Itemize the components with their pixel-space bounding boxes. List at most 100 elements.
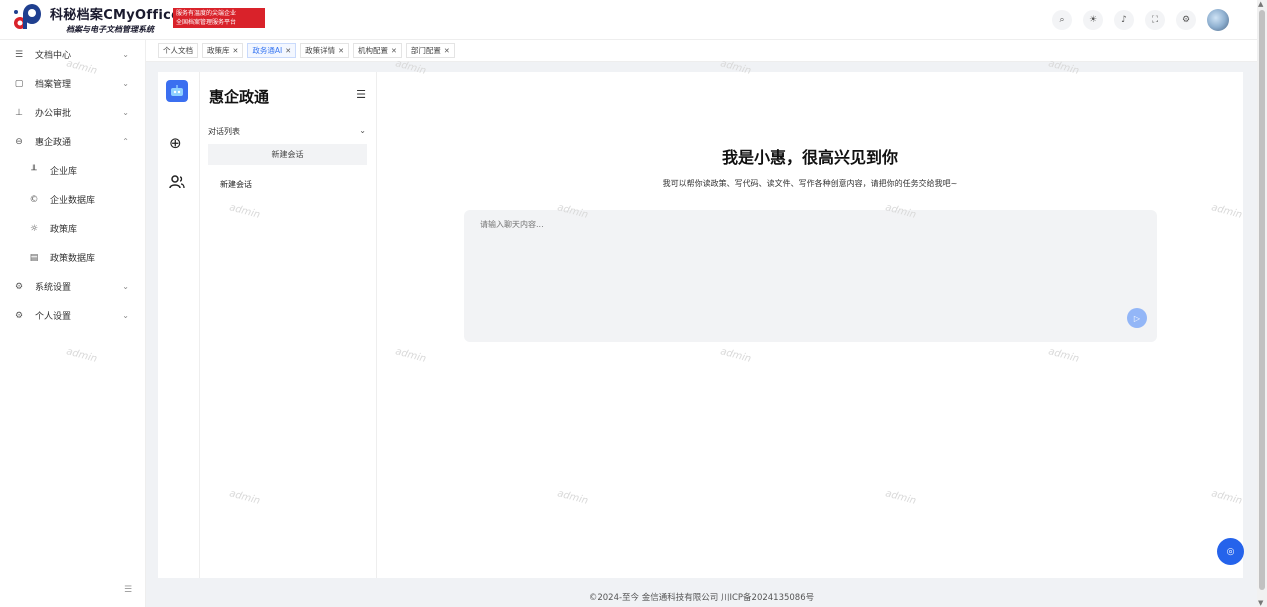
theme-icon[interactable]: ☀ (1083, 10, 1103, 30)
gear-icon: ⚙ (14, 310, 24, 321)
sidebar-item-label: 政策数据库 (50, 254, 96, 264)
slogan-line-1: 服务有温度的尖端企业 (176, 10, 237, 17)
tab-policy-lib[interactable]: 政策库 ✕ (202, 43, 244, 58)
scrollbar-thumb[interactable] (1259, 10, 1265, 590)
conversation-panel: 惠企政通 ☰ 对话列表 ⌄ 新建会话 新建会话 (200, 72, 377, 578)
brand-subtitle: 档案与电子文档管理系统 (66, 25, 154, 34)
bell-icon[interactable]: ♪ (1114, 10, 1134, 30)
slogan-line-2: 全国档案管理服务平台 (176, 19, 237, 26)
chevron-down-icon: ⌄ (122, 79, 129, 88)
gear-icon: ⚙ (14, 281, 24, 292)
float-chat-button[interactable]: ◎ (1217, 538, 1244, 565)
sidebar-collapse-icon[interactable]: ☰ (124, 585, 132, 595)
close-icon[interactable]: ✕ (338, 47, 344, 55)
header-actions: ⌕ ☀ ♪ ⛶ ⚙ (1052, 9, 1229, 31)
users-icon[interactable] (169, 174, 185, 194)
sidebar-item-enterprise-db[interactable]: © 企业数据库 (0, 185, 145, 214)
icon-rail: ⊕ (158, 72, 200, 578)
sidebar-item-documents[interactable]: ☰ 文档中心 ⌄ (0, 40, 145, 69)
chevron-down-icon: ⌄ (122, 311, 129, 320)
archive-icon: ▢ (14, 78, 24, 89)
sidebar-item-policy-lib[interactable]: ☼ 政策库 (0, 214, 145, 243)
tabs-bar: 个人文档 政策库 ✕ 政务通AI ✕ 政策详情 ✕ 机构配置 ✕ 部门配置 ✕ (146, 40, 1257, 62)
brand: 科秘档案CMyOffice 档案与电子文档管理系统 (50, 4, 180, 35)
chat-input-box: ▷ (464, 210, 1157, 342)
chevron-down-icon: ⌄ (122, 108, 129, 117)
robot-icon: ⊖ (15, 136, 23, 147)
sidebar-item-label: 企业数据库 (50, 196, 96, 206)
new-chat-button[interactable]: 新建会话 (208, 144, 367, 165)
scroll-up-icon[interactable]: ▲ (1258, 0, 1263, 8)
sidebar-item-archive[interactable]: ▢ 档案管理 ⌄ (0, 69, 145, 98)
close-icon[interactable]: ✕ (444, 47, 450, 55)
fold-menu-icon[interactable]: ☰ (356, 88, 366, 101)
chevron-down-icon: ⌄ (122, 50, 129, 59)
tab-label: 政策库 (207, 46, 230, 55)
robot-icon (171, 85, 183, 96)
conversation-title: 惠企政通 (209, 88, 270, 106)
tab-org-config[interactable]: 机构配置 ✕ (352, 43, 402, 58)
sidebar: ☰ 文档中心 ⌄ ▢ 档案管理 ⌄ ⊥ 办公审批 ⌄ ⊖ 惠企政通 ⌃ ╨ 企业… (0, 40, 146, 607)
send-button[interactable]: ▷ (1127, 308, 1147, 328)
tab-policy-detail[interactable]: 政策详情 ✕ (300, 43, 349, 58)
tab-label: 政务通AI (252, 46, 283, 55)
ai-bot-logo-icon (166, 80, 188, 102)
chevron-up-icon: ⌃ (122, 137, 129, 146)
chat-area: 我是小惠，很高兴见到你 我可以帮你读政策、写代码、读文件、写作各种创意内容，请把… (377, 72, 1243, 578)
main-content: ⊕ 惠企政通 ☰ 对话列表 ⌄ 新建会话 新建会话 我是小惠，很高兴见到你 我可… (146, 62, 1257, 607)
sidebar-item-policy-db[interactable]: ▤ 政策数据库 (0, 243, 145, 272)
brand-title: 科秘档案CMyOffice (50, 8, 181, 23)
close-icon[interactable]: ✕ (233, 47, 239, 55)
sidebar-item-policy-service[interactable]: ⊖ 惠企政通 ⌃ (0, 127, 145, 156)
bar-chart-icon: ╨ (31, 165, 37, 176)
tab-label: 部门配置 (410, 46, 441, 55)
chat-greeting: 我是小惠，很高兴见到你 (721, 148, 898, 167)
sidebar-item-label: 办公审批 (35, 109, 72, 119)
tab-personal-docs[interactable]: 个人文档 (158, 43, 198, 58)
tab-label: 政策详情 (305, 46, 336, 55)
vertical-scrollbar[interactable]: ▲ ▼ (1257, 0, 1267, 607)
sidebar-item-label: 政策库 (50, 225, 78, 235)
avatar[interactable] (1207, 9, 1229, 31)
send-icon: ▷ (1133, 313, 1141, 323)
sidebar-item-system-settings[interactable]: ⚙ 系统设置 ⌄ (0, 272, 145, 301)
tab-gov-ai[interactable]: 政务通AI ✕ (247, 43, 297, 58)
chevron-down-icon: ⌄ (122, 282, 129, 291)
footer: ©2024-至今 金信通科技有限公司 川ICP备2024135086号 (588, 593, 815, 603)
sidebar-item-personal-settings[interactable]: ⚙ 个人设置 ⌄ (0, 301, 145, 330)
sun-icon: ☼ (29, 223, 39, 234)
chat-input[interactable] (480, 220, 1080, 229)
close-icon[interactable]: ✕ (391, 47, 397, 55)
brand-logo-icon (14, 4, 41, 29)
copyright-icon: © (29, 194, 39, 205)
chat-bubble-icon: ◎ (1226, 546, 1235, 557)
settings-icon[interactable]: ⚙ (1176, 10, 1196, 30)
fullscreen-icon[interactable]: ⛶ (1145, 10, 1165, 30)
chat-intro: 我可以帮你读政策、写代码、读文件、写作各种创意内容，请把你的任务交给我吧~ (662, 179, 958, 188)
sidebar-item-label: 文档中心 (35, 51, 72, 61)
chevron-down-icon[interactable]: ⌄ (359, 126, 366, 135)
tab-label: 个人文档 (163, 46, 193, 55)
sidebar-item-label: 系统设置 (35, 283, 72, 293)
ai-chat-panel: ⊕ 惠企政通 ☰ 对话列表 ⌄ 新建会话 新建会话 我是小惠，很高兴见到你 我可… (158, 72, 1243, 578)
close-icon[interactable]: ✕ (285, 47, 291, 55)
sidebar-item-approval[interactable]: ⊥ 办公审批 ⌄ (0, 98, 145, 127)
submenu-policy-service: ╨ 企业库 © 企业数据库 ☼ 政策库 ▤ 政策数据库 (0, 156, 145, 272)
sidebar-item-label: 个人设置 (35, 312, 72, 322)
sidebar-item-enterprise-lib[interactable]: ╨ 企业库 (0, 156, 145, 185)
sidebar-item-label: 档案管理 (35, 80, 72, 90)
search-icon[interactable]: ⌕ (1052, 10, 1072, 30)
menu-lines-icon: ☰ (14, 49, 24, 60)
tab-label: 机构配置 (357, 46, 388, 55)
tab-dept-config[interactable]: 部门配置 ✕ (405, 43, 455, 58)
stamp-icon: ⊥ (15, 107, 23, 118)
sidebar-item-label: 企业库 (50, 167, 78, 177)
scroll-down-icon[interactable]: ▼ (1258, 599, 1263, 607)
slogan-badge: 服务有温度的尖端企业 全国档案管理服务平台 (173, 8, 265, 28)
conversation-item[interactable]: 新建会话 (220, 179, 252, 190)
compass-icon[interactable]: ⊕ (169, 134, 182, 152)
conversation-list-label[interactable]: 对话列表 (208, 126, 240, 137)
table-icon: ▤ (29, 252, 39, 263)
app-header: 科秘档案CMyOffice 档案与电子文档管理系统 服务有温度的尖端企业 全国档… (0, 0, 1257, 40)
users-svg (169, 175, 185, 189)
